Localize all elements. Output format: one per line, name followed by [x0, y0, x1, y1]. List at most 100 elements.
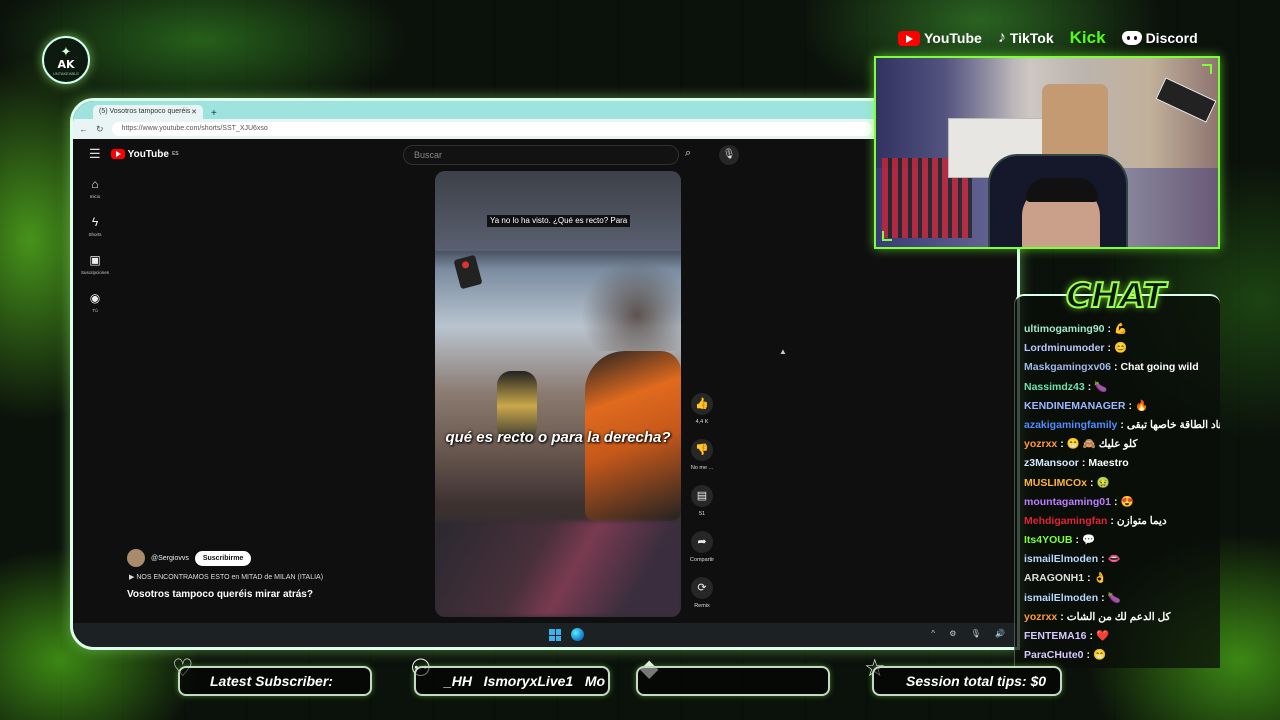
members-ticker: _HH IsmoryxLive1 Mo	[444, 673, 606, 689]
bottom-info-bar: ♡ Latest Subscriber: ⚇ _HH IsmoryxLive1 …	[0, 654, 1280, 714]
back-icon[interactable]: ←	[79, 124, 88, 134]
chat-username[interactable]: KENDINEMANAGER	[1024, 400, 1126, 412]
chat-message: ismailElmoden: 🍆	[1024, 589, 1220, 608]
sidebar-item-home[interactable]: ⌂ Inicio	[73, 177, 117, 215]
chat-separator: :	[1087, 572, 1091, 585]
chat-username[interactable]: ismailElmoden	[1024, 553, 1098, 565]
chat-username[interactable]: yozrxx	[1024, 611, 1057, 623]
chat-message: ARAGONH1: 👌	[1024, 569, 1220, 588]
chat-username[interactable]: ultimogaming90	[1024, 323, 1105, 335]
chat-text: ديما متوازن	[1116, 514, 1167, 527]
reload-icon[interactable]: ↻	[96, 124, 104, 135]
chat-username[interactable]: yozrxx	[1024, 438, 1057, 450]
url-input[interactable]: https://www.youtube.com/shorts/SST_XJU6x…	[111, 122, 872, 136]
chat-username[interactable]: MUSLIMCOx	[1024, 477, 1087, 489]
sidebar-item-shorts[interactable]: ϟ Shorts	[73, 215, 117, 253]
chat-text: 😁 🙈 كلو عليك	[1066, 438, 1138, 451]
chat-username[interactable]: Lordminumoder	[1024, 342, 1105, 354]
chat-username[interactable]: Nassimdz43	[1024, 381, 1085, 393]
channel-logo: ✦ AK UNTAKEABLE	[42, 36, 90, 84]
latest-subscriber-label: Latest Subscriber:	[210, 673, 333, 689]
dislike-label: No me ...	[690, 465, 714, 471]
search-icon[interactable]: ⌕	[685, 147, 691, 160]
search-input[interactable]: Buscar	[403, 145, 679, 165]
video-subtitle: qué es recto o para la derecha?	[445, 429, 671, 446]
youtube-logo[interactable]: YouTube ES	[110, 149, 179, 160]
subscribe-button[interactable]: Suscribirme	[194, 550, 252, 566]
social-links: YouTube ♪ TikTok Kick Discord	[898, 28, 1198, 48]
chat-separator: :	[1107, 323, 1112, 335]
chat-separator: :	[1120, 418, 1124, 431]
chat-username[interactable]: ARAGONH1	[1024, 572, 1084, 584]
windows-start-icon[interactable]	[549, 629, 561, 641]
chat-text: كل الدعم لك من الشات	[1066, 610, 1171, 623]
chat-username[interactable]: mountagaming01	[1024, 496, 1111, 508]
menu-icon[interactable]: ☰	[89, 146, 101, 162]
region-code: ES	[171, 151, 179, 157]
social-label: Kick	[1069, 28, 1106, 47]
chat-message: mountagaming01: 😍	[1024, 493, 1220, 512]
new-tab-icon[interactable]: +	[211, 108, 217, 119]
comments-button[interactable]: ▤ 51	[685, 485, 719, 517]
chat-username[interactable]: ismailElmoden	[1024, 592, 1098, 604]
chat-separator: :	[1128, 399, 1133, 412]
chat-username[interactable]: Mehdigamingfan	[1024, 515, 1107, 527]
chat-text: Chat going wild	[1120, 361, 1199, 374]
sidebar-item-subscriptions[interactable]: ▣ Suscripciones	[73, 253, 117, 291]
webcam-feed	[874, 56, 1220, 249]
channel-name[interactable]: @Sergiovvs	[151, 555, 189, 562]
avatar[interactable]	[127, 549, 145, 567]
streamer-cap	[1026, 178, 1098, 202]
sidebar-item-you[interactable]: ◉ Tú	[73, 291, 117, 329]
chat-messages: ultimogaming90: 💪 Lordminumoder: 😊 Maskgamin…	[1024, 320, 1220, 665]
chat-text: 😍	[1120, 495, 1134, 508]
close-tab-icon[interactable]: ✕	[191, 108, 197, 116]
dislike-button[interactable]: 👎 No me ...	[685, 439, 719, 471]
tree-shape	[571, 261, 681, 351]
discord-icon	[1121, 31, 1142, 45]
chat-text: Maestro	[1088, 457, 1129, 470]
comment-icon: ▤	[691, 485, 713, 507]
edge-browser-icon[interactable]	[571, 628, 584, 641]
chat-separator: :	[1113, 495, 1118, 508]
chat-text: 👌	[1093, 572, 1107, 585]
social-tiktok: ♪ TikTok	[998, 29, 1054, 47]
chat-separator: :	[1090, 476, 1094, 489]
chat-message: ismailElmoden: 👄	[1024, 550, 1220, 569]
home-icon: ⌂	[91, 177, 99, 191]
logo-subtext: UNTAKEABLE	[52, 70, 80, 76]
chat-text: 👄	[1107, 553, 1121, 566]
chat-username[interactable]: azakigamingfamily	[1024, 419, 1117, 431]
chat-text: 💪	[1114, 323, 1128, 335]
share-button[interactable]: ➦ Compartir	[685, 531, 719, 563]
short-video-player[interactable]: Ya no lo ha visto. ¿Qué es recto? Para q…	[435, 171, 681, 617]
logo-text: AK	[57, 57, 75, 71]
chat-message: FENTEMA16: ❤️	[1024, 627, 1220, 646]
chat-message: ultimogaming90: 💪	[1024, 320, 1220, 339]
chat-username[interactable]: FENTEMA16	[1024, 630, 1086, 642]
sidebar-item-label: Shorts	[88, 232, 102, 237]
chat-title: CHAT	[1065, 275, 1167, 317]
social-label: YouTube	[924, 30, 982, 46]
system-tray[interactable]: ^ ⚙ 🎙 🔊	[931, 629, 1011, 638]
microphone-icon[interactable]: 🎙	[719, 145, 739, 165]
chat-separator: :	[1101, 553, 1105, 566]
sidebar-item-label: Inicio	[89, 194, 101, 199]
chat-separator: :	[1081, 457, 1086, 470]
chat-username[interactable]: Maskgamingxv06	[1024, 361, 1111, 373]
like-button[interactable]: 👍 4,4 K	[685, 393, 719, 425]
chat-text: هاد الطاقة خاصها تبقى	[1126, 418, 1220, 431]
playlist-link[interactable]: ▶ NOS ENCONTRAMOS ESTO en MITAD de MILAN…	[129, 573, 323, 581]
chat-message: Mehdigamingfan: ديما متوازن	[1024, 512, 1220, 531]
social-discord: Discord	[1121, 30, 1198, 46]
chat-username[interactable]: Its4YOUB	[1024, 534, 1072, 546]
chat-text: 💬	[1081, 534, 1096, 547]
chat-message: Maskgamingxv06: Chat going wild	[1024, 358, 1220, 377]
subscriptions-icon: ▣	[89, 253, 101, 267]
tiktok-icon: ♪	[997, 29, 1006, 46]
remix-button[interactable]: ⟳ Remix	[685, 577, 719, 609]
chat-username[interactable]: z3Mansoor	[1024, 457, 1079, 469]
browser-tab[interactable]: (5) Vosotros tampoco queréis ✕	[93, 105, 203, 119]
comment-count: 51	[698, 511, 706, 517]
chat-separator: :	[1089, 630, 1093, 642]
